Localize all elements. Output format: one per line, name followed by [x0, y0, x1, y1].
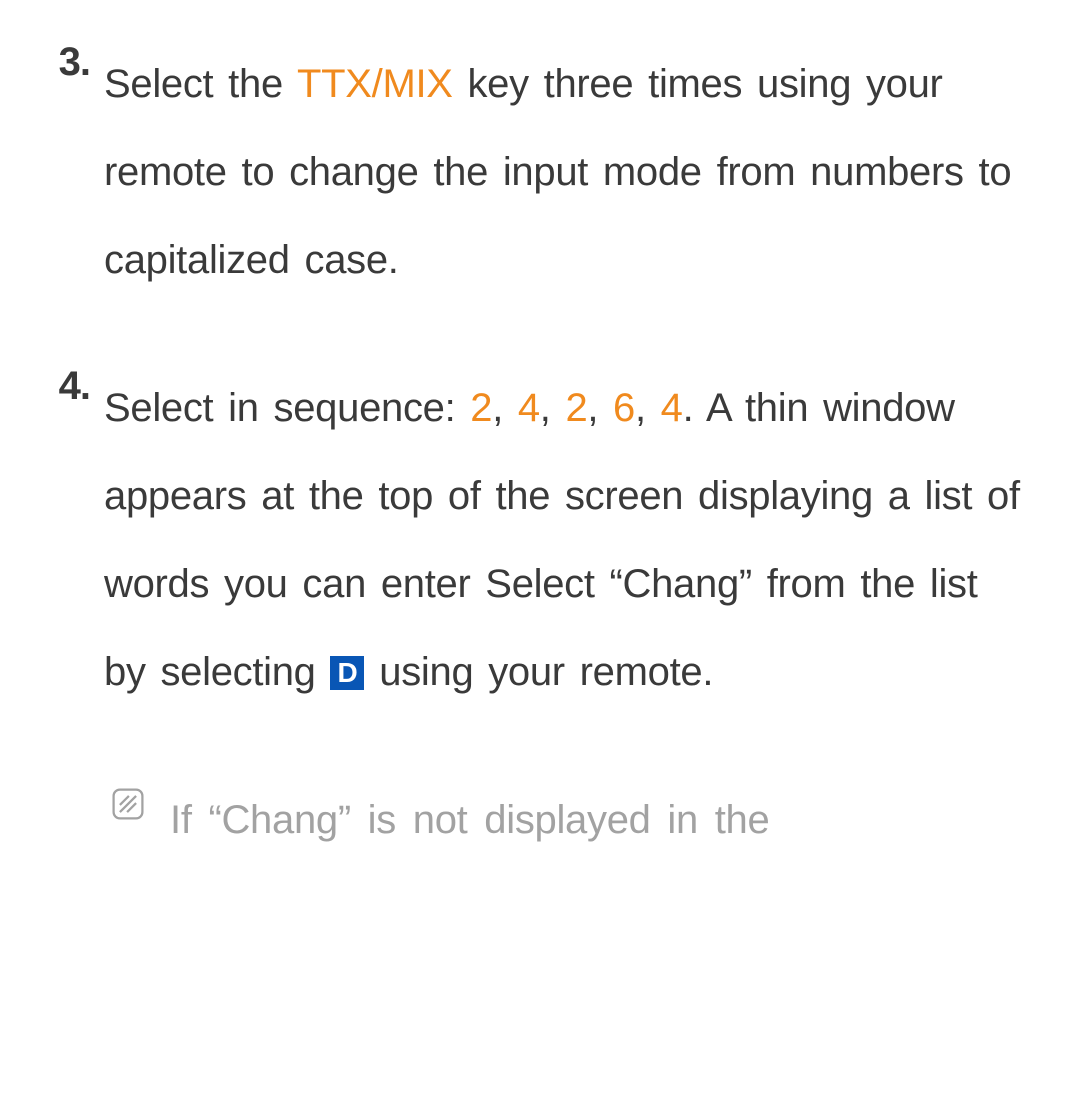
note-text: If “Chang” is not displayed in the — [170, 776, 769, 864]
list-content: Select in sequence: 2, 4, 2, 6, 4. A thi… — [104, 364, 1030, 716]
note-row: If “Chang” is not displayed in the — [50, 776, 1030, 864]
body-text: , — [492, 386, 518, 430]
d-button-icon: D — [330, 656, 364, 690]
highlight-text: TTX/MIX — [297, 62, 453, 106]
body-text: , — [635, 386, 661, 430]
list-item-4: 4.Select in sequence: 2, 4, 2, 6, 4. A t… — [50, 364, 1030, 716]
body-text: . A thin window appears at the top of th… — [104, 386, 1020, 694]
list-item-3: 3.Select the TTX/MIX key three times usi… — [50, 40, 1030, 304]
body-text: Select in sequence: — [104, 386, 470, 430]
highlight-text: 6 — [613, 386, 635, 430]
highlight-text: 4 — [661, 386, 683, 430]
body-text: , — [540, 386, 566, 430]
note-icon — [110, 776, 170, 864]
highlight-text: 4 — [518, 386, 540, 430]
body-text: using your remote. — [364, 650, 713, 694]
highlight-text: 2 — [470, 386, 492, 430]
body-text: Select the — [104, 62, 297, 106]
body-text: , — [587, 386, 613, 430]
list-content: Select the TTX/MIX key three times using… — [104, 40, 1030, 304]
highlight-text: 2 — [565, 386, 587, 430]
list-marker: 3. — [50, 40, 104, 304]
list-marker: 4. — [50, 364, 104, 716]
instruction-list: 3.Select the TTX/MIX key three times usi… — [50, 40, 1030, 716]
